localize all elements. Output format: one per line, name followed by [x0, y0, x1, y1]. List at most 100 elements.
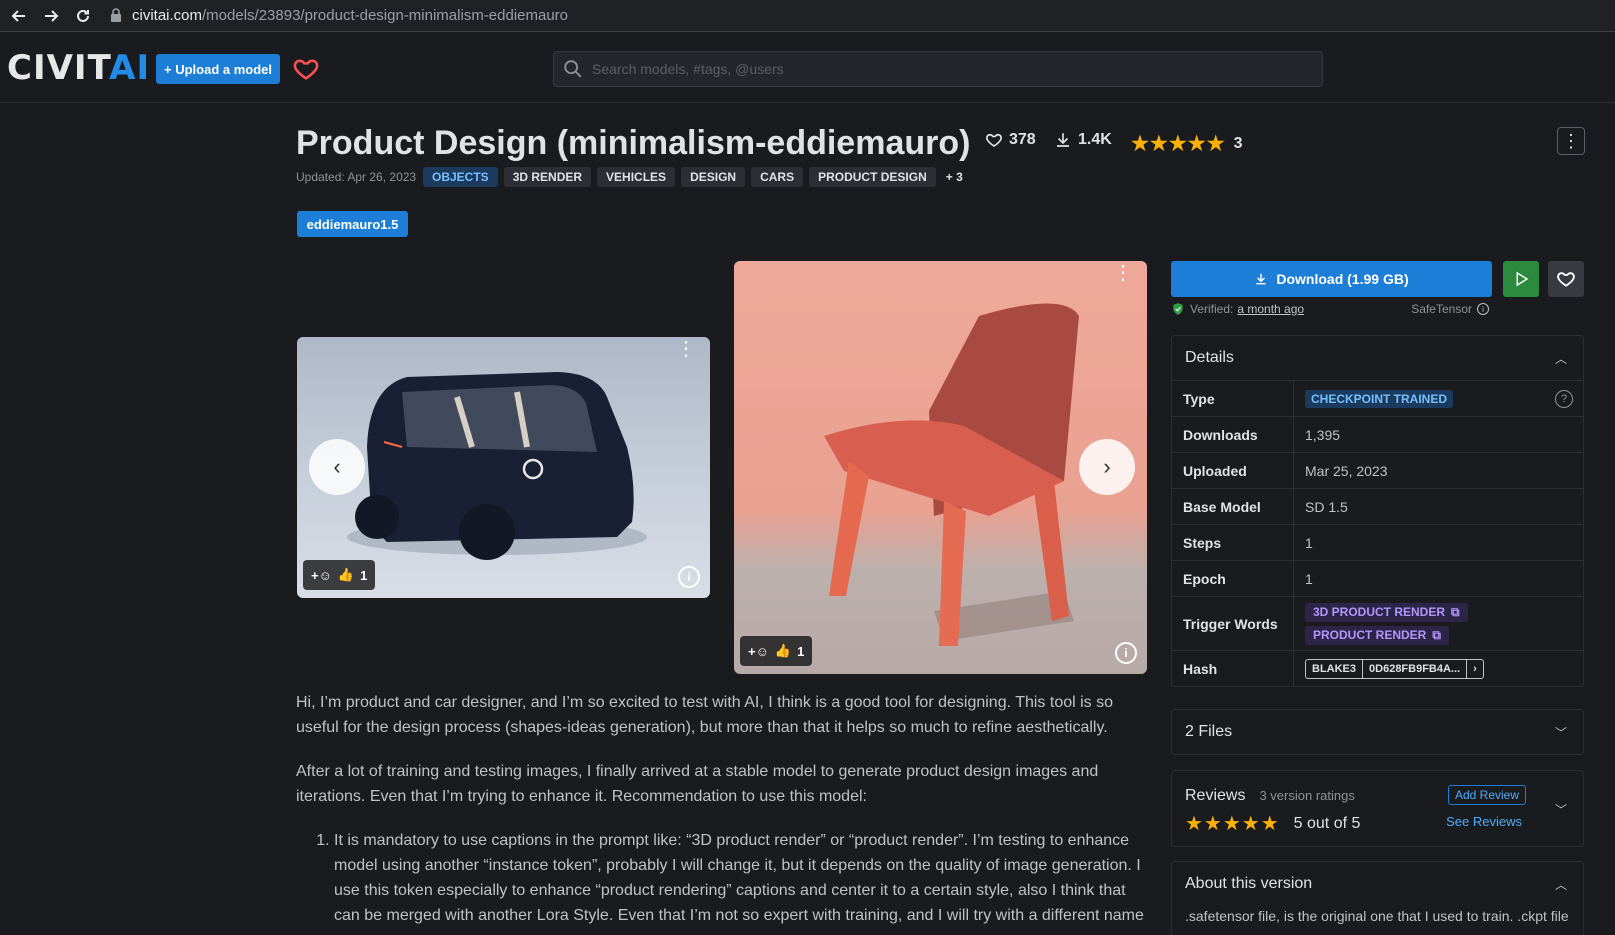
forward-icon[interactable] — [38, 3, 64, 29]
user-badge[interactable]: eddiemauro1.5 — [297, 211, 408, 237]
chevron-right-icon[interactable]: › — [1466, 659, 1483, 678]
heart-icon — [1557, 272, 1575, 287]
hash-chip[interactable]: BLAKE3 0D628FB9FB4A... › — [1305, 658, 1484, 679]
tag-chip[interactable]: VEHICLES — [597, 167, 676, 187]
image-info-icon[interactable]: i — [1115, 642, 1137, 664]
rating-stars: ★★★★★ — [1131, 133, 1226, 155]
upload-model-button[interactable]: + Upload a model — [156, 54, 280, 84]
reviews-panel: Reviews 3 version ratings ★★★★★ 5 out of… — [1171, 770, 1584, 847]
files-panel[interactable]: 2 Files ﹀ — [1171, 709, 1584, 755]
download-icon — [1057, 133, 1069, 147]
gallery-image-chair[interactable]: ⋮ +☺ 👍 1 i › — [734, 261, 1147, 674]
list-item: It is mandatory to use captions in the p… — [334, 828, 1146, 928]
tag-chip[interactable]: CARS — [751, 167, 804, 187]
page-title: Product Design (minimalism-eddiemauro) — [296, 124, 971, 162]
reaction-count: 1 — [360, 567, 368, 583]
verified-label: Verified: — [1190, 302, 1234, 316]
download-icon — [1256, 273, 1267, 285]
url-host: civitai.com — [132, 6, 203, 24]
thumbs-up-icon: 👍 — [337, 567, 355, 582]
rating-count: 3 — [1233, 134, 1243, 152]
play-icon — [1516, 271, 1529, 287]
detail-row-hash: Hash BLAKE3 0D628FB9FB4A... › — [1172, 650, 1583, 686]
verified-row: Verified: a month ago SafeTensor i — [1171, 302, 1584, 316]
detail-row-type: Type CHECKPOINT TRAINED? — [1172, 380, 1583, 416]
about-header[interactable]: About this version ︿ — [1172, 862, 1583, 906]
reviews-subtitle: 3 version ratings — [1259, 788, 1355, 803]
downloads-stat: 1.4K — [1054, 131, 1112, 149]
url-path: /models/23893/product-design-minimalism-… — [202, 6, 569, 24]
chevron-down-icon: ﹀ — [1554, 725, 1567, 740]
gallery-image-car[interactable]: ⋮ +☺ 👍 1 i ‹ — [297, 337, 710, 598]
description-paragraph: Hi, I’m product and car designer, and I’… — [296, 694, 1114, 736]
add-reaction-icon[interactable]: +☺ — [311, 568, 332, 583]
reviews-title: Reviews — [1185, 787, 1246, 804]
browser-toolbar: civitai.com/models/23893/product-design-… — [0, 0, 1615, 32]
description-paragraph: After a lot of training and testing imag… — [296, 763, 1099, 805]
detail-row-downloads: Downloads 1,395 — [1172, 416, 1583, 452]
next-image-button[interactable]: › — [1079, 439, 1135, 495]
add-review-button[interactable]: Add Review — [1447, 785, 1526, 805]
detail-row-epoch: Epoch 1 — [1172, 560, 1583, 596]
likes-stat[interactable]: 378 — [985, 131, 1036, 149]
site-header: CIVITAI + Upload a model — [0, 33, 1615, 103]
search-icon — [564, 60, 582, 78]
reaction-bar[interactable]: +☺ 👍 1 — [303, 560, 376, 590]
copy-icon[interactable]: ⧉ — [1432, 628, 1441, 643]
reaction-bar[interactable]: +☺ 👍 1 — [740, 636, 813, 666]
downloads-count: 1.4K — [1078, 131, 1112, 148]
search-bar[interactable] — [553, 51, 1323, 87]
more-tags-chip[interactable]: + 3 — [942, 167, 967, 187]
tag-chip[interactable]: OBJECTS — [423, 167, 498, 187]
chevron-up-icon: ︿ — [1554, 877, 1567, 892]
trigger-word-chip[interactable]: 3D PRODUCT RENDER ⧉ — [1305, 602, 1468, 622]
detail-row-trigger-words: Trigger Words 3D PRODUCT RENDER ⧉ PRODUCT… — [1172, 596, 1583, 650]
favorite-button[interactable] — [1548, 261, 1584, 297]
info-icon[interactable]: i — [1477, 303, 1489, 315]
files-title: 2 Files — [1185, 723, 1233, 740]
type-badge: CHECKPOINT TRAINED — [1305, 389, 1454, 408]
safetensor-label: SafeTensor i — [1411, 302, 1489, 316]
likes-count: 378 — [1009, 131, 1036, 148]
prev-image-button[interactable]: ‹ — [309, 439, 365, 495]
thumbs-up-icon: 👍 — [774, 643, 792, 658]
search-input[interactable] — [592, 61, 1292, 77]
tag-chip[interactable]: PRODUCT DESIGN — [809, 167, 936, 187]
see-reviews-link[interactable]: See Reviews — [1446, 814, 1522, 829]
rating-stat[interactable]: ★★★★★ 3 — [1131, 131, 1243, 156]
detail-row-base-model: Base Model SD 1.5 — [1172, 488, 1583, 524]
detail-row-steps: Steps 1 — [1172, 524, 1583, 560]
image-menu-icon[interactable]: ⋮ — [676, 339, 696, 359]
heart-outline-icon — [986, 133, 1002, 147]
tag-chip[interactable]: 3D RENDER — [503, 167, 592, 187]
shield-check-icon — [1173, 303, 1183, 315]
model-description: Hi, I’m product and car designer, and I’… — [296, 690, 1146, 928]
image-menu-icon[interactable]: ⋮ — [1113, 263, 1133, 283]
chevron-down-icon[interactable]: ﹀ — [1555, 801, 1567, 818]
more-options-button[interactable]: ⋮ — [1557, 127, 1585, 155]
recommendation-list: It is mandatory to use captions in the p… — [334, 828, 1146, 928]
copy-icon[interactable]: ⧉ — [1451, 605, 1460, 620]
detail-row-uploaded: Uploaded Mar 25, 2023 — [1172, 452, 1583, 488]
verified-date-link[interactable]: a month ago — [1237, 302, 1304, 316]
tag-list: OBJECTS 3D RENDER VEHICLES DESIGN CARS P… — [423, 167, 967, 187]
run-button[interactable] — [1503, 261, 1539, 297]
add-reaction-icon[interactable]: +☺ — [748, 644, 769, 659]
heart-icon[interactable] — [292, 55, 320, 83]
rating-score: 5 out of 5 — [1293, 814, 1361, 832]
image-info-icon[interactable]: i — [678, 566, 700, 588]
trigger-word-chip[interactable]: PRODUCT RENDER ⧉ — [1305, 625, 1449, 645]
tag-chip[interactable]: DESIGN — [681, 167, 746, 187]
civitai-logo[interactable]: CIVITAI — [7, 51, 150, 85]
updated-date: Updated: Apr 26, 2023 — [296, 170, 417, 184]
help-icon[interactable]: ? — [1555, 389, 1573, 408]
address-bar[interactable]: civitai.com/models/23893/product-design-… — [100, 2, 1615, 28]
reload-icon[interactable] — [70, 3, 96, 29]
back-icon[interactable] — [6, 3, 32, 29]
download-button[interactable]: Download (1.99 GB) — [1171, 261, 1492, 297]
about-text: .safetensor file, is the original one th… — [1185, 908, 1569, 924]
lock-icon — [111, 8, 121, 22]
chevron-up-icon: ︿ — [1554, 351, 1567, 366]
about-version-panel: About this version ︿ .safetensor file, i… — [1171, 861, 1584, 935]
details-header[interactable]: Details ︿ — [1172, 336, 1583, 380]
